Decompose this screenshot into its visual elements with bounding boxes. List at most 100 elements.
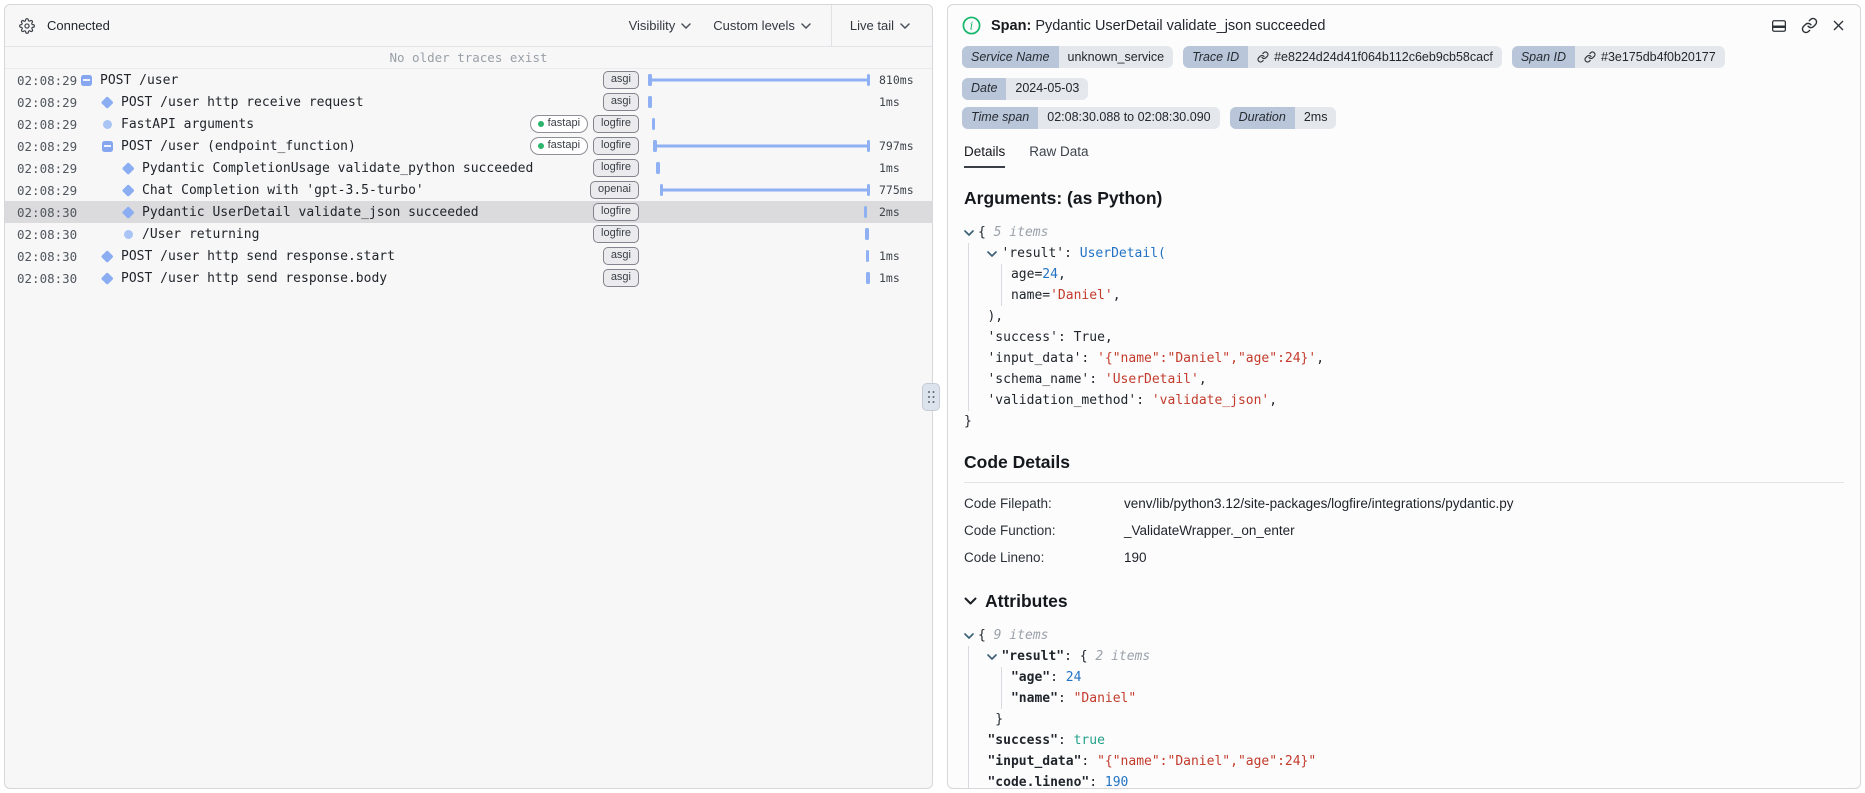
duration-label: 797ms <box>879 139 914 153</box>
attributes-heading-row[interactable]: Attributes <box>964 591 1844 612</box>
code-token: '{"name":"Daniel","age":24}' <box>1097 350 1317 366</box>
trace-row-time: 02:08:29 <box>17 182 78 198</box>
code-token: : <box>1057 732 1074 748</box>
chain-link-icon[interactable] <box>1584 51 1596 63</box>
code-token: : True, <box>1057 329 1113 345</box>
indent-guide <box>968 284 969 306</box>
settings-gear-icon[interactable] <box>19 17 35 34</box>
badge-label: fastapi <box>547 116 581 129</box>
trace-row-badges: fastapi logfire <box>529 114 639 134</box>
badge-label: openai <box>597 182 631 195</box>
code-detail-label: Code Lineno: <box>964 549 1045 565</box>
code-token: 190 <box>1104 774 1129 789</box>
custom-levels-label: Custom levels <box>713 18 795 33</box>
code-line: "code.lineno": 190 <box>964 771 1844 789</box>
code-token: age= <box>964 266 1043 282</box>
bar-start-cap <box>648 74 652 86</box>
code-line: "success": true <box>964 729 1844 751</box>
meta-value: 2ms <box>1294 106 1337 129</box>
chain-link-icon[interactable] <box>1257 51 1269 63</box>
bar-line <box>659 188 870 192</box>
visibility-dropdown[interactable]: Visibility <box>629 18 692 33</box>
code-token: 'Daniel' <box>1050 287 1113 303</box>
custom-levels-dropdown[interactable]: Custom levels <box>713 18 811 33</box>
trace-row[interactable]: 02:08:30/User returning logfire <box>5 223 932 245</box>
code-line: 'result': UserDetail( <box>964 242 1844 264</box>
trace-row[interactable]: 02:08:29 POST /user (endpoint_function) fa… <box>5 135 932 157</box>
diamond-icon <box>121 161 135 175</box>
meta-date: Date 2024-05-03 <box>962 77 1089 100</box>
collapse-chevron-icon[interactable] <box>987 243 1001 264</box>
code-token: 24 <box>1065 669 1082 685</box>
trace-row-time: 02:08:29 <box>17 72 78 88</box>
bar-end-cap <box>866 74 870 86</box>
meta-value-text: 02:08:30.088 to 02:08:30.090 <box>1047 110 1211 125</box>
trace-row[interactable]: 02:08:29 Pydantic CompletionUsage validat… <box>5 157 932 179</box>
detail-content: Arguments: (as Python) { 5 items 'result… <box>948 188 1860 789</box>
copy-link-icon[interactable] <box>1801 17 1818 34</box>
badge-logfire: logfire <box>593 224 639 244</box>
trace-row-label: POST /user (endpoint_function) <box>121 138 356 154</box>
trace-row[interactable]: 02:08:29 Chat Completion with 'gpt-3.5-tu… <box>5 179 932 201</box>
trace-row-label: POST /user http send response.body <box>121 270 388 286</box>
collapse-chevron-icon[interactable] <box>964 625 978 646</box>
badge-asgi: asgi <box>602 70 639 90</box>
indent-guide <box>968 645 969 667</box>
badge-logfire: logfire <box>593 202 639 222</box>
badge-label: logfire <box>601 204 631 217</box>
dock-panel-icon[interactable] <box>1770 17 1788 35</box>
code-token: , <box>1269 392 1278 408</box>
chevron-down-icon <box>681 22 692 29</box>
code-line: 'success': True, <box>964 326 1844 348</box>
trace-row-badges: logfire <box>593 158 639 178</box>
code-key: 'schema_name' <box>987 371 1090 387</box>
circle-icon <box>121 229 135 239</box>
meta-service-name: Service Name unknown_service <box>962 46 1174 68</box>
chevron-down-icon <box>801 22 811 29</box>
trace-row[interactable]: 02:08:30 Pydantic UserDetail validate_jso… <box>5 201 932 223</box>
bar-tick <box>866 272 870 284</box>
code-key: 'validation_method' <box>987 392 1137 408</box>
meta-value-text: 2024-05-03 <box>1015 81 1080 96</box>
meta-label: Span ID <box>1511 46 1575 68</box>
duration-label: 1ms <box>879 95 900 109</box>
attributes-heading: Attributes <box>985 590 1068 611</box>
trace-row-label: POST /user <box>100 72 179 88</box>
code-key: "result" <box>1001 648 1065 664</box>
code-token: { <box>978 224 994 240</box>
panel-splitter-handle[interactable] <box>922 383 940 411</box>
trace-row[interactable]: 02:08:29 FastAPI arguments fastapi logfire <box>5 113 932 135</box>
badge-label: logfire <box>601 116 631 129</box>
close-icon[interactable] <box>1831 18 1846 33</box>
trace-row[interactable]: 02:08:29 POST /user http receive request a… <box>5 91 932 113</box>
code-key: "name" <box>1010 690 1058 706</box>
code-token: , <box>1112 287 1121 303</box>
duration-bar <box>648 201 870 223</box>
trace-row-badges: openai <box>589 180 639 200</box>
tab-raw-data[interactable]: Raw Data <box>1029 144 1088 168</box>
code-token: , <box>1057 266 1066 282</box>
code-line: 'input_data': '{"name":"Daniel","age":24… <box>964 347 1844 369</box>
collapse-chevron-icon[interactable] <box>964 222 978 243</box>
trace-row-label: Pydantic UserDetail validate_json succee… <box>142 204 479 220</box>
green-dot-icon <box>537 142 544 149</box>
bar-tick <box>865 250 870 262</box>
code-key: "code.lineno" <box>987 774 1090 789</box>
meta-label: Time span <box>962 106 1039 129</box>
live-tail-dropdown[interactable]: Live tail <box>850 18 910 33</box>
grip-dots-icon <box>927 390 930 394</box>
trace-row-time: 02:08:30 <box>17 270 78 286</box>
tab-details[interactable]: Details <box>964 144 1006 168</box>
indent-guide <box>1001 263 1002 285</box>
code-token: 'validate_json' <box>1151 392 1270 408</box>
trace-row[interactable]: 02:08:30 POST /user http send response.st… <box>5 245 932 267</box>
code-detail-value: _ValidateWrapper._on_enter <box>1124 522 1295 538</box>
badge-logfire: logfire <box>593 114 639 134</box>
trace-row[interactable]: 02:08:29 POST /user asgi 810ms <box>5 69 932 91</box>
trace-row[interactable]: 02:08:30 POST /user http send response.bo… <box>5 267 932 289</box>
code-token: { <box>978 627 994 643</box>
collapse-chevron-icon[interactable] <box>987 646 1001 667</box>
code-token: ), <box>964 308 1004 324</box>
indent-guide <box>968 242 969 264</box>
